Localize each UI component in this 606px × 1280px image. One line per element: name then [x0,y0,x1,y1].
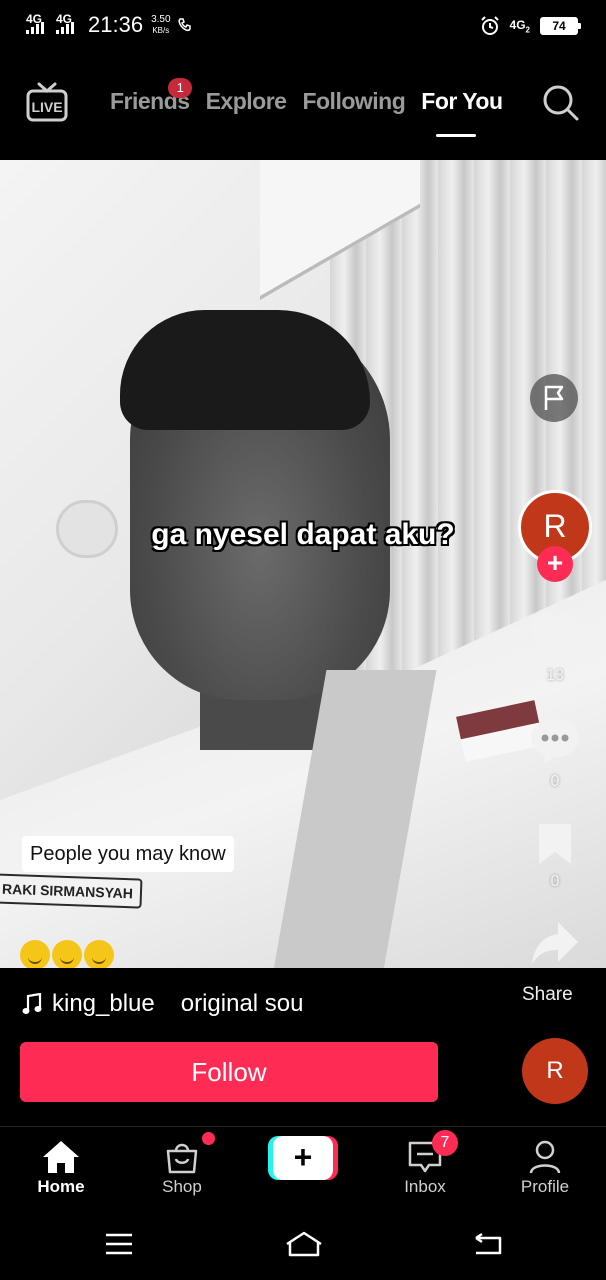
profile-icon [529,1140,561,1174]
menu-icon[interactable] [104,1232,134,1256]
like-count: 13 [546,667,564,684]
search-icon [543,85,579,121]
back-icon[interactable] [472,1232,504,1256]
live-tv-icon: LIVE [26,82,68,122]
inbox-badge: 7 [432,1130,458,1156]
smile-emoji-icon [20,940,50,968]
feed-tabs: Friends 1 Explore Following For You [110,78,503,115]
comment-icon [531,719,579,764]
emoji-row [20,940,114,968]
sound-username: king_blue [52,990,155,1017]
comment-count: 0 [550,773,560,790]
comment-button[interactable]: 0 [520,716,590,791]
follow-plus-button[interactable]: + [537,546,573,582]
save-button[interactable]: 0 [520,822,590,891]
sound-title: original sou [180,990,304,1017]
smile-emoji-icon [84,940,114,968]
share-button[interactable] [520,920,590,971]
tab-home[interactable]: Home [16,1137,106,1197]
share-arrow-icon [532,922,578,964]
music-note-icon [22,993,42,1014]
heart-icon [531,613,579,658]
status-bar: 4G 4G 21:36 3.50 KB/s 4G2 74 [0,0,606,54]
create-button[interactable]: + [268,1136,338,1180]
shopping-bag-icon [166,1143,198,1174]
video-caption: ga nyesel dapat aku? [151,518,455,551]
battery-icon: 74 [540,17,581,35]
tab-shop[interactable]: Shop [137,1137,227,1197]
people-you-may-know-label[interactable]: People you may know [22,836,234,872]
plus-icon: + [273,1136,333,1180]
follow-button[interactable]: Follow [20,1042,438,1102]
network-4g-icon: 4G2 [509,17,530,35]
sound-disc[interactable]: R [522,1038,588,1104]
svg-text:LIVE: LIVE [31,99,62,115]
signal-icon-2: 4G [56,12,80,38]
smile-emoji-icon [52,940,82,968]
home-icon [43,1141,79,1173]
live-button[interactable]: LIVE [26,82,68,122]
video-player[interactable]: RAKI SIRMANSYAH ga nyesel dapat aku? Peo… [0,160,606,968]
tab-for-you[interactable]: For You [421,88,503,115]
alarm-icon [480,16,499,35]
search-button[interactable] [542,84,580,122]
tab-profile[interactable]: Profile [500,1137,590,1197]
person-hair [120,310,370,430]
report-button[interactable] [530,374,578,422]
friends-badge: 1 [168,78,192,98]
net-speed: 3.50 KB/s [151,14,171,35]
shop-notification-dot [202,1132,215,1145]
share-label: Share [522,984,573,1005]
top-nav: LIVE Friends 1 Explore Following For You [0,70,606,140]
creator-avatar[interactable]: R + [518,490,592,582]
like-button[interactable]: 13 [520,612,590,685]
tab-following[interactable]: Following [302,88,405,115]
sound-info[interactable]: king_blue original sou [22,990,304,1018]
bookmark-icon [539,824,571,864]
active-tab-indicator [436,134,476,137]
phone-icon [177,18,191,32]
flag-icon [544,385,564,410]
tab-friends[interactable]: Friends 1 [110,78,192,115]
tab-explore[interactable]: Explore [206,88,287,115]
save-count: 0 [550,873,560,890]
name-tag: RAKI SIRMANSYAH [0,873,143,909]
home-nav-icon[interactable] [284,1230,324,1258]
status-time: 21:36 [88,12,144,37]
signal-icon: 4G [26,12,50,38]
system-nav-bar [0,1210,606,1280]
